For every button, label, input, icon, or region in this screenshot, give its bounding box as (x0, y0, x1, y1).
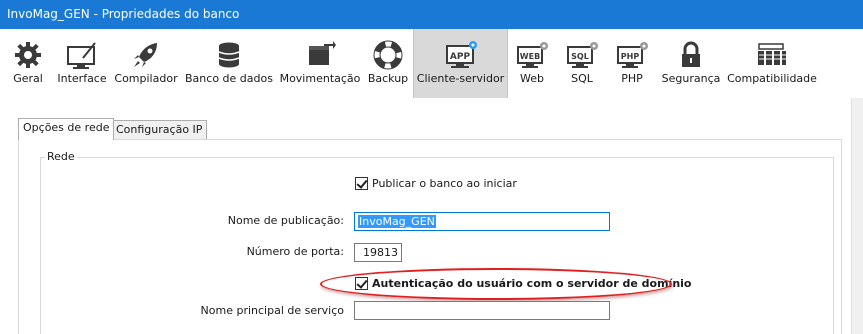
sql-badge-text: SQL (571, 52, 589, 61)
toolbar-web-button[interactable]: WEB Web (510, 29, 554, 98)
toolbar-item-label: PHP (621, 72, 643, 85)
domain-auth-checkbox[interactable]: Autenticação do usuário com o servidor d… (355, 277, 691, 290)
php-icon: PHP (614, 40, 650, 70)
web-icon: WEB (514, 40, 550, 70)
php-badge-text: PHP (621, 52, 640, 61)
compatibility-icon (754, 40, 790, 70)
web-badge-text: WEB (520, 52, 540, 61)
app-server-icon: APP (443, 40, 479, 70)
tab-opcoes-de-rede[interactable]: Opções de rede (18, 118, 115, 140)
toolbar-item-label: Geral (13, 72, 43, 85)
toolbar-item-label: Web (520, 72, 544, 85)
toolbar-item-label: Compilador (114, 72, 178, 85)
toolbar-cliente-servidor-button[interactable]: APP Cliente-servidor (413, 29, 508, 98)
monitor-pen-icon (64, 40, 100, 70)
toolbar-interface-button[interactable]: Interface (55, 29, 109, 98)
gear-icon (10, 40, 46, 70)
toolbar-compatibilidade-button[interactable]: Compatibilidade (727, 29, 817, 98)
lifebuoy-icon (370, 40, 406, 70)
checkbox-box[interactable] (355, 177, 368, 190)
window-title: InvoMag_GEN - Propriedades do banco (0, 0, 863, 29)
toolbar-geral-button[interactable]: Geral (5, 29, 51, 98)
app-badge-text: APP (449, 52, 470, 62)
box-arrow-icon (302, 40, 338, 70)
tab-configuracao-ip[interactable]: Configuração IP (111, 120, 208, 139)
toolbar-sql-button[interactable]: SQL SQL (560, 29, 604, 98)
service-principal-input[interactable] (354, 301, 610, 320)
checkbox-box[interactable] (355, 277, 368, 290)
toolbar-item-label: Cliente-servidor (416, 72, 505, 85)
toolbar-compilador-button[interactable]: Compilador (113, 29, 179, 98)
publication-name-input[interactable]: InvoMag_GEN (354, 212, 610, 231)
port-label: Número de porta: (246, 245, 344, 258)
padlock-icon (673, 40, 709, 70)
toolbar-item-label: Movimentação (279, 72, 361, 85)
group-legend: Rede (45, 150, 77, 163)
toolbar-item-label: Banco de dados (185, 72, 273, 85)
port-input[interactable]: 19813 (354, 243, 402, 262)
toolbar: Geral Interface Compilador Banco de dado… (0, 29, 863, 98)
toolbar-item-label: Segurança (661, 72, 721, 85)
toolbar-backup-button[interactable]: Backup (364, 29, 412, 98)
publish-on-start-checkbox[interactable]: Publicar o banco ao iniciar (355, 177, 517, 190)
sql-icon: SQL (564, 40, 600, 70)
toolbar-seguranca-button[interactable]: Segurança (659, 29, 723, 98)
toolbar-movimentacao-button[interactable]: Movimentação (279, 29, 361, 98)
toolbar-php-button[interactable]: PHP PHP (610, 29, 654, 98)
toolbar-item-label: Compatibilidade (727, 72, 817, 85)
toolbar-item-label: Interface (57, 72, 107, 85)
service-principal-label: Nome principal de serviço (200, 304, 344, 317)
publication-name-label: Nome de publicação: (227, 214, 344, 227)
toolbar-item-label: SQL (571, 72, 593, 85)
checkbox-label: Autenticação do usuário com o servidor d… (372, 277, 692, 290)
rocket-icon (128, 40, 164, 70)
scrollbar[interactable] (851, 98, 863, 334)
toolbar-banco-de-dados-button[interactable]: Banco de dados (183, 29, 275, 98)
publication-name-value: InvoMag_GEN (358, 215, 436, 228)
database-icon (211, 40, 247, 70)
toolbar-item-label: Backup (367, 72, 409, 85)
checkbox-label: Publicar o banco ao iniciar (372, 177, 517, 190)
